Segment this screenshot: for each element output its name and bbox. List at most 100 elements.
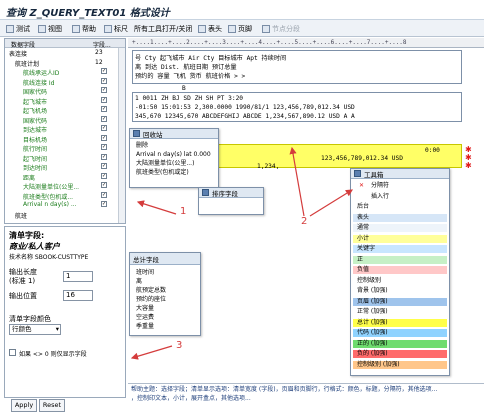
tree-row-label: 目标机场 xyxy=(23,136,48,143)
sort-fields-popup[interactable]: 排序字段 xyxy=(198,187,264,215)
tree-row[interactable]: 起飞时间 ✓ xyxy=(5,153,125,162)
tree-scrollbar[interactable] xyxy=(118,48,125,223)
field-checkbox[interactable]: ✓ xyxy=(101,153,107,160)
total-field-item[interactable]: 大容量 xyxy=(132,305,198,313)
toolbox-item[interactable]: 控制级别 (加强) xyxy=(353,360,447,369)
ruler-button[interactable]: 标尺 xyxy=(104,23,128,34)
field-checkbox[interactable]: ✓ xyxy=(101,87,107,93)
toolbox-item[interactable]: 负的 (加强) xyxy=(353,350,447,358)
toolbox-item[interactable]: 通常 xyxy=(353,224,447,232)
toolbox-item[interactable]: ✕ 分隔符 xyxy=(353,182,447,190)
toolbox-item[interactable]: 关键字 xyxy=(353,245,447,253)
test-button[interactable]: 测试 xyxy=(6,23,30,34)
tree-row[interactable]: 航班计划 12 xyxy=(5,59,125,67)
header-block[interactable]: 号 Cty 起飞城市 Air Cty 目标城市 Apt 持续时间 离 到达 Di… xyxy=(132,50,462,84)
suppress-checkbox[interactable] xyxy=(9,349,16,356)
field-checkbox[interactable]: ✓ xyxy=(101,172,107,179)
tree-row[interactable]: 航线承运人ID ✓ xyxy=(5,68,125,76)
all-tools-button[interactable]: 所有工具打开/关闭 xyxy=(134,23,192,34)
field-checkbox[interactable]: ✓ xyxy=(101,68,107,74)
output-position-label: 输出位置 xyxy=(9,292,37,300)
callout-1: 1 xyxy=(180,206,187,217)
toolbox-item[interactable]: 正 xyxy=(353,255,447,264)
toolbox-item[interactable]: 表头 xyxy=(353,213,447,222)
help-button[interactable]: 帮助 xyxy=(72,23,96,34)
tree-row[interactable]: 到达时间 ✓ xyxy=(5,163,125,171)
toolbox-popup[interactable]: 工具箱 ✕ 分隔符插入行后台表头通常小计关键字正负值控制级别背景 (加强) 页眉 (… xyxy=(350,168,450,376)
node-segment-button[interactable]: 节点分段 xyxy=(262,23,300,34)
field-checkbox[interactable]: ✓ xyxy=(101,96,107,103)
reset-button[interactable]: Reset xyxy=(39,399,65,412)
field-checkbox[interactable]: ✓ xyxy=(101,115,107,122)
tree-row[interactable]: 国家代码 ✓ xyxy=(5,87,125,95)
toolbox-item[interactable]: 代码 (加强) xyxy=(353,329,447,337)
total-fields-popup[interactable]: 总计字段 班时间离航预定总数 预约的座位 大容量 空运费 季重量 xyxy=(129,252,201,336)
total-field-item[interactable]: 航预定总数 xyxy=(132,287,198,295)
tree-row[interactable]: 起飞机场 ✓ xyxy=(5,106,125,114)
tree-row[interactable]: 目标机场 ✓ xyxy=(5,134,125,143)
tree-row[interactable]: 国家代码 ✓ xyxy=(5,115,125,124)
output-position-input[interactable]: 16 xyxy=(63,290,93,301)
field-checkbox[interactable]: ✓ xyxy=(101,191,107,198)
toolbox-item[interactable]: 控制级别 xyxy=(353,276,447,285)
output-length-sub: (标准 1) xyxy=(9,277,36,285)
tree-row[interactable]: Arrival n day(s) ... ✓ xyxy=(5,201,125,209)
recycle-icon xyxy=(133,130,140,137)
tree-row[interactable]: 起飞城市 ✓ xyxy=(5,96,125,105)
toolbox-item[interactable]: 正常 (加强) xyxy=(353,308,447,316)
color-select[interactable]: 行颜色 ▾ xyxy=(9,324,61,335)
field-checkbox[interactable]: ✓ xyxy=(101,106,107,112)
total-field-item[interactable]: 空运费 xyxy=(132,314,198,322)
field-checkbox[interactable]: ✓ xyxy=(101,134,107,141)
tree-row[interactable]: 到达城市 ✓ xyxy=(5,125,125,133)
field-checkbox[interactable]: ✓ xyxy=(101,77,107,84)
ruler: +....1....+....2....+....3....+....4....… xyxy=(128,38,484,48)
total-field-item[interactable]: 季重量 xyxy=(132,323,198,331)
field-checkbox[interactable]: ✓ xyxy=(101,144,107,150)
sort-fields-header[interactable]: 排序字段 xyxy=(199,188,263,198)
toolbox-item[interactable]: 负值 xyxy=(353,266,447,274)
toolbox-item[interactable]: 总计 (加强) xyxy=(353,318,447,327)
output-length-input[interactable]: 1 xyxy=(63,271,93,282)
recycle-bin-header[interactable]: 回收站 xyxy=(130,129,218,139)
view-button[interactable]: 视图 xyxy=(38,23,62,34)
total-fields-header[interactable]: 总计字段 xyxy=(130,253,200,265)
field-checkbox[interactable]: ✓ xyxy=(101,182,107,188)
callout-3: 3 xyxy=(176,340,183,351)
toolbox-item[interactable]: 小计 xyxy=(353,234,447,243)
toolbox-item[interactable]: 正的 (加强) xyxy=(353,339,447,348)
field-checkbox[interactable]: ✓ xyxy=(101,201,107,207)
field-checkbox[interactable]: ✓ xyxy=(101,163,107,169)
recycle-item[interactable]: 删除 xyxy=(132,142,218,150)
tree-row[interactable]: 距离 ✓ xyxy=(5,172,125,181)
toolbox-item[interactable]: 页眉 (加强) xyxy=(353,297,447,306)
tree-row[interactable]: 航班 xyxy=(5,211,125,219)
recycle-item[interactable]: 航班类型(包机或定) xyxy=(132,169,218,177)
recycle-item[interactable]: Arrival n day(s) lat 0.000 xyxy=(132,151,218,159)
tree-row-label: 航班计划 xyxy=(15,60,40,67)
field-checkbox[interactable]: ✓ xyxy=(101,125,107,131)
toolbox-item[interactable]: 插入行 xyxy=(353,192,447,201)
tree-row[interactable]: 航线连接 Id ✓ xyxy=(5,77,125,86)
apply-button[interactable]: Apply xyxy=(11,399,37,412)
tree-row[interactable]: 大陆测量单位(公里... ✓ xyxy=(5,182,125,190)
total-field-item[interactable]: 离 xyxy=(132,278,198,286)
recycle-bin-popup[interactable]: 回收站 删除 Arrival n day(s) lat 0.000 大陆测量单位(公… xyxy=(129,128,219,188)
header-icon xyxy=(198,24,206,33)
total-block[interactable]: 0:00 123,456,789,012.34 USD 1,234, xyxy=(218,144,462,170)
title-bar: 查询 Z_QUERY_TEXT01 格式设计 xyxy=(0,0,484,20)
toolbox-item[interactable]: 后台 xyxy=(353,203,447,211)
recycle-item[interactable]: 大陆测量单位(公里...) xyxy=(132,160,218,168)
tree-row[interactable]: 表连接 23 xyxy=(5,49,125,57)
detail-block[interactable]: 1 0011 ZH BJ SD ZH SH PT 3:20 -01:50 15:… xyxy=(132,92,462,122)
panel-heading: 清单字段: xyxy=(9,231,45,240)
toolbox-item[interactable]: 背景 (加强) xyxy=(353,287,447,295)
toolbox-header[interactable]: 工具箱 xyxy=(351,169,449,179)
total-field-item[interactable]: 预约的座位 xyxy=(132,296,198,304)
tree-row-count: 23 xyxy=(95,49,103,56)
footer-button[interactable]: 页脚 xyxy=(228,23,252,34)
header-button[interactable]: 表头 xyxy=(198,23,222,34)
tree-row[interactable]: 航行时间 ✓ xyxy=(5,144,125,152)
total-field-item[interactable]: 班时间 xyxy=(132,269,198,277)
tree-row[interactable]: 航班类型(包机或... ✓ xyxy=(5,191,125,200)
